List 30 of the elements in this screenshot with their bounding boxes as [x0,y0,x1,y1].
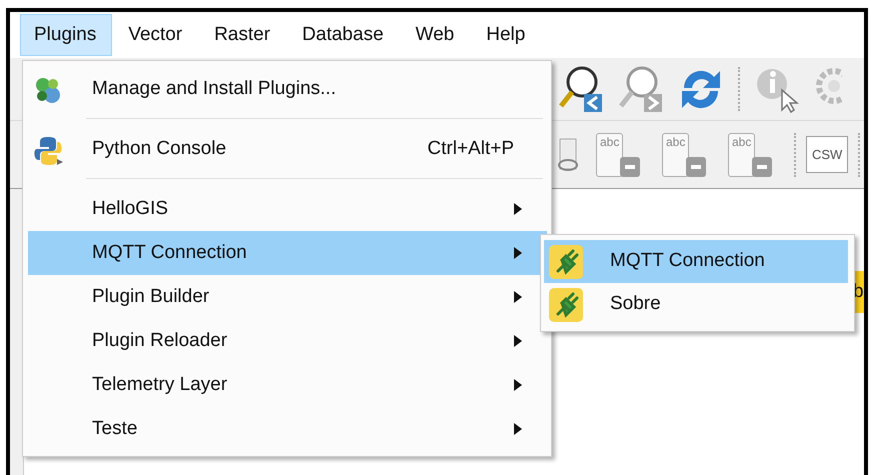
menu-item[interactable]: MQTT Connection [28,231,547,275]
menu-item[interactable]: Plugin Reloader [28,319,547,363]
submenu-arrow-icon [514,423,522,435]
csw-button[interactable]: CSW [806,136,848,174]
menu-item[interactable]: Plugins [20,14,112,56]
submenu-arrow-icon [514,379,522,391]
menu-item[interactable]: Python Console Ctrl+Alt+P [28,127,547,171]
submenu-arrow-icon [514,247,522,259]
python-icon [33,135,63,165]
tool-badge-icon [686,156,706,176]
shortcut-text: Ctrl+Alt+P [427,136,514,161]
menu-item[interactable]: Telemetry Layer [28,363,547,407]
menu-item[interactable]: Web [402,14,470,56]
zoom-previous-icon[interactable] [556,64,604,114]
menu-item[interactable]: HelloGIS [28,187,547,231]
menu-item[interactable]: Raster [200,14,286,56]
menu-item[interactable]: Vector [114,14,198,56]
menu-item[interactable]: Database [288,14,400,56]
plug-icon [549,288,583,322]
zoom-next-icon[interactable] [616,64,664,114]
tool-badge-icon [620,156,640,176]
submenu-arrow-icon [514,203,522,215]
menu-item[interactable]: Help [472,14,542,56]
submenu-arrow-icon [514,335,522,347]
menu-item[interactable]: Sobre [544,283,848,326]
submenu-arrow-icon [514,291,522,303]
menu-item[interactable]: MQTT Connection [544,240,848,283]
menu-item[interactable]: Teste [28,407,547,451]
plug-icon [549,245,583,279]
tool-badge-icon [752,156,772,176]
